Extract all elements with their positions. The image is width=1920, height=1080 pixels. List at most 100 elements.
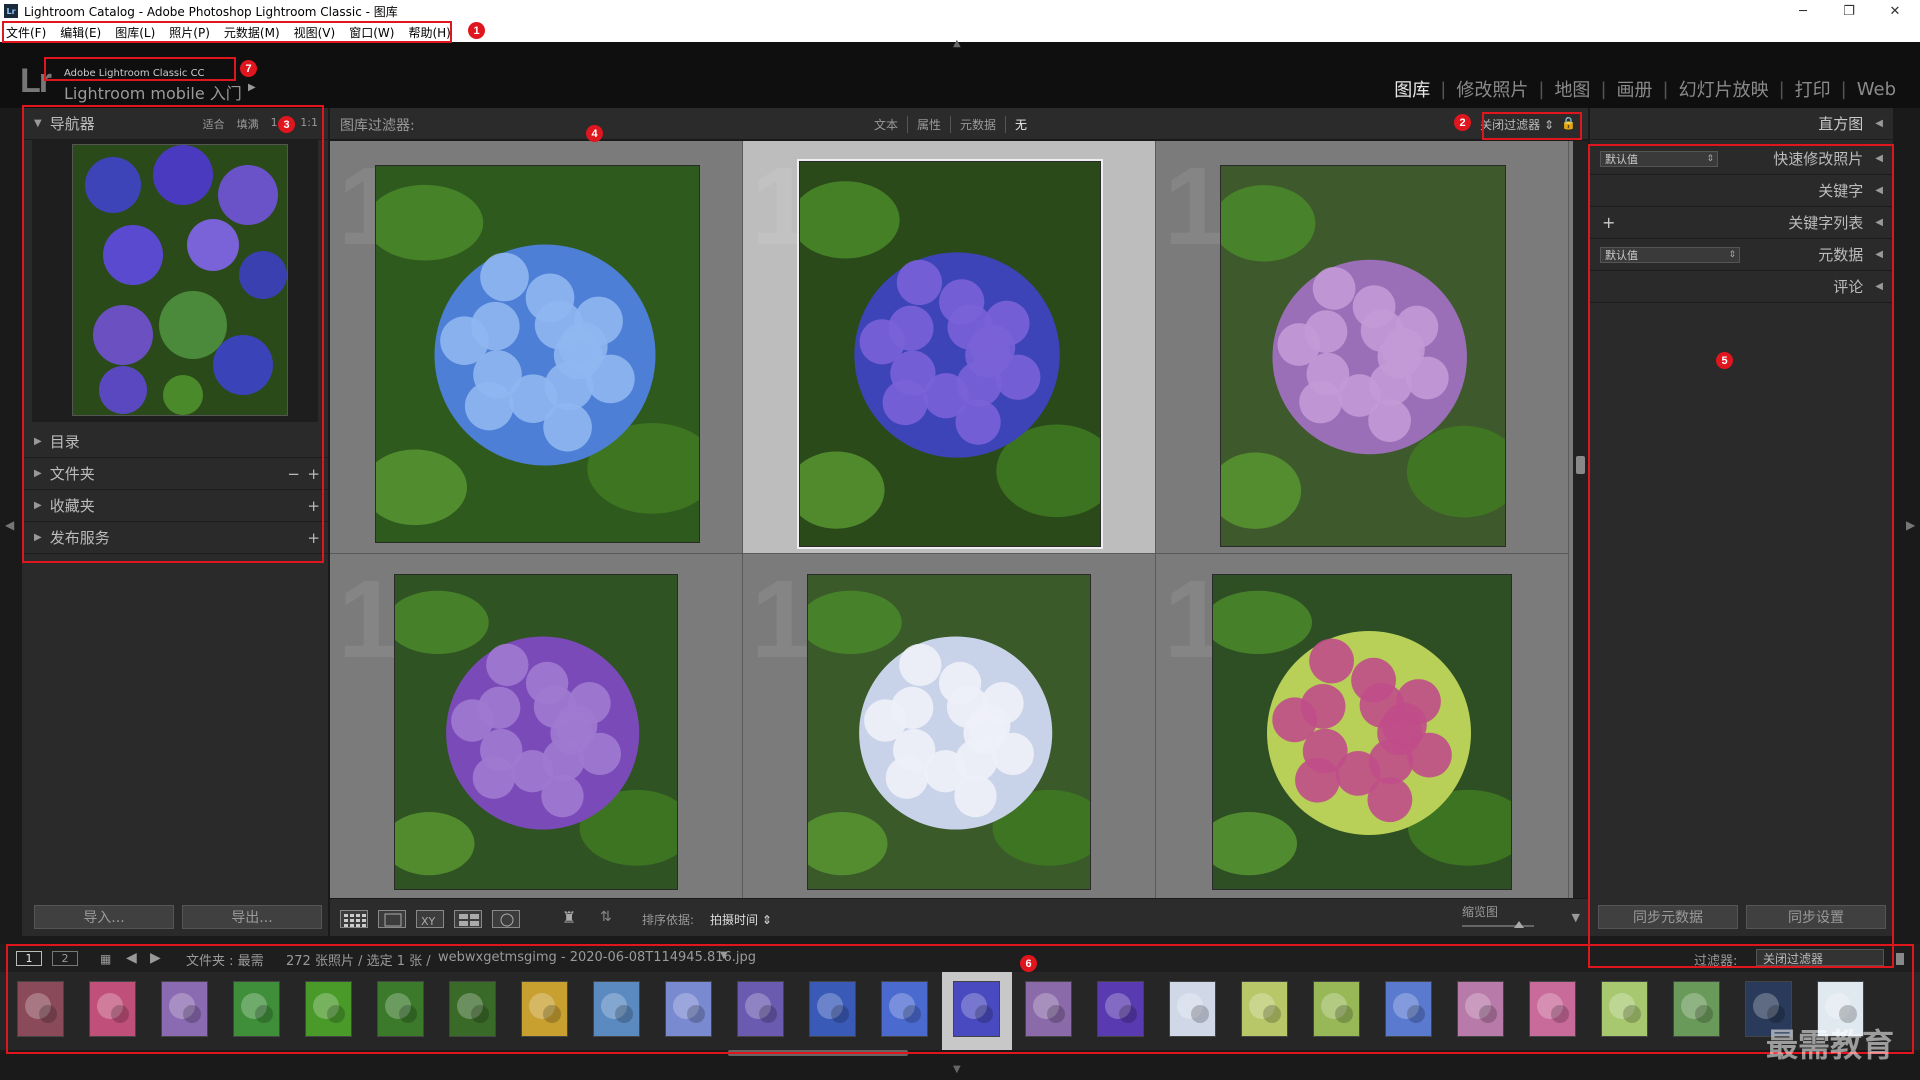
survey-view-icon[interactable]	[454, 910, 482, 928]
filename-dropdown-icon[interactable]: ▼	[720, 950, 728, 961]
module-print[interactable]: 打印	[1785, 76, 1841, 102]
module-library[interactable]: 图库	[1384, 76, 1440, 102]
folders-section[interactable]: ▶ 文件夹 − +	[22, 458, 328, 490]
navigator-preview-image[interactable]	[72, 144, 288, 416]
filmstrip-thumbnail[interactable]	[1097, 981, 1144, 1037]
collapse-arrow-icon[interactable]: ◀	[1875, 153, 1883, 164]
filmstrip-thumbnail[interactable]	[593, 981, 640, 1037]
filmstrip-cell[interactable]	[6, 972, 76, 1050]
catalog-section[interactable]: ▶ 目录	[22, 426, 328, 458]
module-slideshow[interactable]: 幻灯片放映	[1669, 76, 1779, 102]
grid-cell[interactable]: 120	[1156, 554, 1569, 898]
filmstrip-cell[interactable]	[294, 972, 364, 1050]
collapse-arrow-icon[interactable]: ◀	[1875, 217, 1883, 228]
filmstrip-thumbnail[interactable]	[233, 981, 280, 1037]
grid-small-icon[interactable]: ▦	[100, 952, 111, 966]
filmstrip-cell[interactable]	[1158, 972, 1228, 1050]
source-label[interactable]: 文件夹 : 最需	[186, 950, 264, 969]
nav-fill[interactable]: 填满	[237, 116, 259, 132]
filmstrip-cell[interactable]	[1086, 972, 1156, 1050]
add-folder-icon[interactable]: +	[307, 465, 320, 483]
filmstrip-thumbnail[interactable]	[1385, 981, 1432, 1037]
publish-services-section[interactable]: ▶ 发布服务 +	[22, 522, 328, 554]
lock-icon[interactable]: 🔒	[1561, 116, 1576, 130]
menu-edit[interactable]: 编辑(E)	[60, 24, 101, 41]
filmstrip-thumbnail[interactable]	[377, 981, 424, 1037]
module-map[interactable]: 地图	[1544, 76, 1600, 102]
filmstrip-cell[interactable]	[366, 972, 436, 1050]
collections-section[interactable]: ▶ 收藏夹 +	[22, 490, 328, 522]
filmstrip-thumbnail[interactable]	[1529, 981, 1576, 1037]
menu-window[interactable]: 窗口(W)	[349, 24, 394, 41]
filmstrip-thumbnail[interactable]	[809, 981, 856, 1037]
menu-metadata[interactable]: 元数据(M)	[224, 24, 280, 41]
menu-library[interactable]: 图库(L)	[115, 24, 155, 41]
photo-thumbnail[interactable]	[1212, 574, 1512, 890]
module-book[interactable]: 画册	[1607, 76, 1663, 102]
photo-thumbnail[interactable]	[807, 574, 1091, 890]
metadata-preset-select[interactable]: 默认值	[1600, 247, 1740, 263]
menu-view[interactable]: 视图(V)	[294, 24, 336, 41]
remove-folder-icon[interactable]: −	[287, 465, 300, 483]
sort-select[interactable]: 拍摄时间 ⇕	[710, 911, 772, 928]
slider-handle-icon[interactable]	[1514, 921, 1524, 928]
filter-attribute[interactable]: 属性	[908, 116, 952, 133]
right-panel-toggle-icon[interactable]: ▶	[1906, 518, 1915, 532]
nav-fit[interactable]: 适合	[203, 116, 225, 132]
menu-file[interactable]: 文件(F)	[6, 24, 46, 41]
filmstrip-scrollbar[interactable]	[728, 1050, 908, 1056]
minimize-icon[interactable]: ─	[1780, 0, 1826, 22]
filter-preset-select[interactable]: 关闭过滤器 ⇕	[1480, 116, 1554, 133]
filmstrip-thumbnail[interactable]	[1169, 981, 1216, 1037]
filmstrip-cell[interactable]	[1446, 972, 1516, 1050]
toolbar-menu-icon[interactable]: ▼	[1572, 911, 1580, 924]
collapse-top-icon[interactable]: ▲	[953, 38, 961, 49]
grid-cell[interactable]: 117	[1156, 141, 1569, 554]
collapse-arrow-icon[interactable]: ◀	[1875, 249, 1883, 260]
restore-icon[interactable]: ❐	[1826, 0, 1872, 22]
filmstrip-cell[interactable]	[942, 972, 1012, 1050]
spray-can-icon[interactable]: ♜	[562, 908, 576, 930]
collapse-arrow-icon[interactable]: ◀	[1875, 118, 1883, 129]
filmstrip-thumbnail[interactable]	[449, 981, 496, 1037]
filmstrip-thumbnail[interactable]	[1313, 981, 1360, 1037]
filmstrip-thumbnail[interactable]	[1457, 981, 1504, 1037]
secondary-window-button[interactable]: 2	[52, 951, 78, 966]
collapse-arrow-icon[interactable]: ◀	[1875, 185, 1883, 196]
thumbnail-size-slider[interactable]	[1462, 921, 1534, 928]
filmstrip-thumbnail[interactable]	[1241, 981, 1288, 1037]
grid-cell[interactable]: 119	[743, 554, 1156, 898]
filmstrip-cell[interactable]	[78, 972, 148, 1050]
add-collection-icon[interactable]: +	[307, 497, 320, 515]
filmstrip-cell[interactable]	[510, 972, 580, 1050]
filmstrip-thumbnail[interactable]	[1673, 981, 1720, 1037]
filmstrip-thumbnail[interactable]	[89, 981, 136, 1037]
filmstrip-thumbnail[interactable]	[1601, 981, 1648, 1037]
filmstrip-cell[interactable]	[726, 972, 796, 1050]
quick-develop-preset-select[interactable]: 默认值	[1600, 151, 1718, 167]
expand-triangle-icon[interactable]: ▶	[34, 500, 42, 511]
filmstrip-thumbnail[interactable]	[953, 981, 1000, 1037]
collapse-arrow-icon[interactable]: ◀	[1875, 281, 1883, 292]
photo-thumbnail[interactable]	[797, 159, 1103, 549]
keywording-section[interactable]: 关键字 ◀	[1590, 175, 1893, 207]
filmstrip-cell[interactable]	[1590, 972, 1660, 1050]
filter-switch-icon[interactable]	[1896, 953, 1904, 965]
filmstrip-cell[interactable]	[150, 972, 220, 1050]
filmstrip-cell[interactable]	[1662, 972, 1732, 1050]
photo-thumbnail[interactable]	[1220, 165, 1506, 547]
sync-settings-button[interactable]: 同步设置	[1746, 905, 1886, 929]
filmstrip-thumbnail[interactable]	[1025, 981, 1072, 1037]
filmstrip-cell[interactable]	[654, 972, 724, 1050]
filmstrip-thumbnail[interactable]	[17, 981, 64, 1037]
play-triangle-icon[interactable]: ▶	[248, 82, 256, 93]
left-panel-toggle-icon[interactable]: ◀	[5, 518, 14, 532]
filmstrip-cell[interactable]	[1014, 972, 1084, 1050]
filmstrip-cell[interactable]	[1518, 972, 1588, 1050]
forward-arrow-icon[interactable]: ▶	[150, 950, 161, 966]
grid-scrollbar[interactable]	[1573, 141, 1588, 898]
compare-view-icon[interactable]: XY	[416, 910, 444, 928]
add-keyword-icon[interactable]: +	[1602, 213, 1615, 232]
export-button[interactable]: 导出...	[182, 905, 322, 929]
keyword-list-section[interactable]: + 关键字列表 ◀	[1590, 207, 1893, 239]
